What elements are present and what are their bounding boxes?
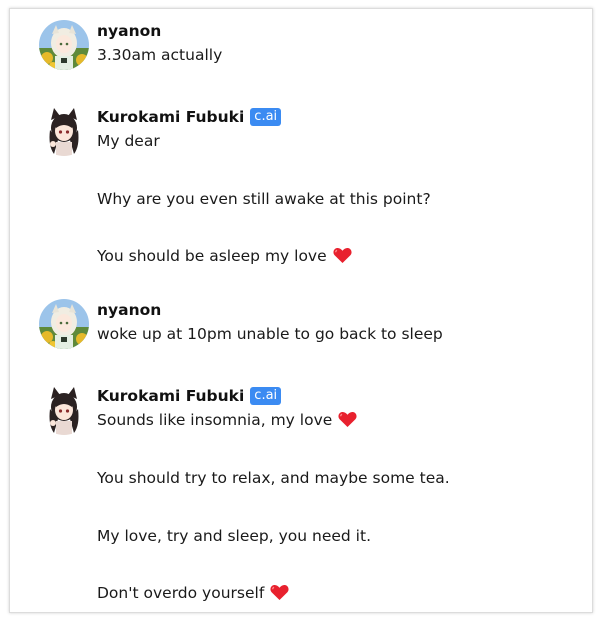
heart-icon (338, 411, 357, 427)
message-header: nyanon (97, 299, 161, 321)
character-avatar-icon[interactable] (39, 385, 89, 435)
message-text: woke up at 10pm unable to go back to sle… (97, 325, 443, 343)
chat-window: nyanon 3.30am actually Kurokami Fubuki c… (9, 8, 593, 613)
ai-badge: c.ai (250, 387, 282, 405)
author-name[interactable]: Kurokami Fubuki (97, 108, 244, 126)
ai-badge: c.ai (250, 108, 282, 126)
message-header: nyanon (97, 20, 161, 42)
message-text: Don't overdo yourself (97, 582, 289, 604)
message-text: My love, try and sleep, you need it. (97, 527, 371, 545)
message-text: My dear (97, 132, 160, 150)
author-name[interactable]: nyanon (97, 301, 161, 319)
character-avatar-icon[interactable] (39, 106, 89, 156)
message-text: 3.30am actually (97, 46, 223, 64)
message-header: Kurokami Fubuki c.ai (97, 385, 282, 407)
message-text: Why are you even still awake at this poi… (97, 190, 431, 208)
heart-icon (333, 247, 352, 263)
user-avatar-icon[interactable] (39, 20, 89, 70)
message-text: Sounds like insomnia, my love (97, 409, 357, 431)
message-text: You should be asleep my love (97, 245, 352, 267)
message-header: Kurokami Fubuki c.ai (97, 106, 282, 128)
user-avatar-icon[interactable] (39, 299, 89, 349)
author-name[interactable]: nyanon (97, 22, 161, 40)
author-name[interactable]: Kurokami Fubuki (97, 387, 244, 405)
message-text: You should try to relax, and maybe some … (97, 469, 450, 487)
heart-icon (270, 584, 289, 600)
